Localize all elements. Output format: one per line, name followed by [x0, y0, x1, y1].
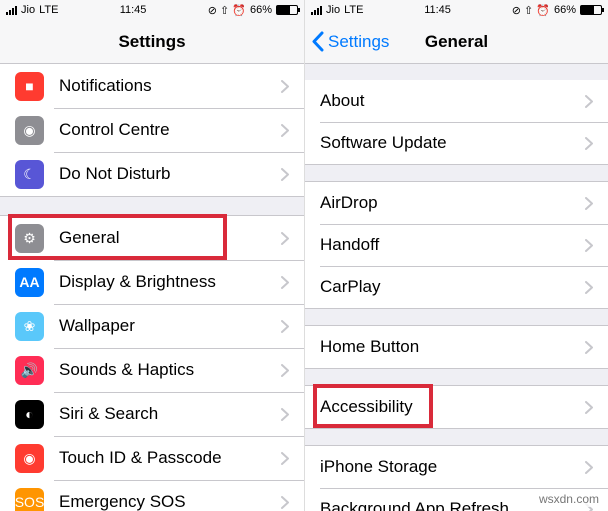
chevron-right-icon: [281, 276, 289, 289]
row-label: General: [59, 228, 281, 248]
general-screen: Jio LTE 11:45 ⊘ ⇧ ⏰ 66% Settings General…: [304, 0, 608, 511]
display-icon: AA: [15, 268, 44, 297]
chevron-right-icon: [281, 124, 289, 137]
chevron-right-icon: [585, 341, 593, 354]
row-label: Handoff: [320, 235, 585, 255]
row-label: Notifications: [59, 76, 281, 96]
row-label: CarPlay: [320, 277, 585, 297]
row-label: Touch ID & Passcode: [59, 448, 281, 468]
clock-label: 11:45: [424, 4, 451, 16]
row-label: Software Update: [320, 133, 585, 153]
row-label: iPhone Storage: [320, 457, 585, 477]
back-button[interactable]: Settings: [311, 20, 389, 63]
chevron-right-icon: [281, 408, 289, 421]
row-control-centre[interactable]: ◉ Control Centre: [0, 108, 304, 152]
network-label: LTE: [39, 4, 58, 16]
back-label: Settings: [328, 32, 389, 52]
status-bar: Jio LTE 11:45 ⊘ ⇧ ⏰ 66%: [305, 0, 608, 20]
row-airdrop[interactable]: AirDrop: [305, 182, 608, 224]
row-emergency-sos[interactable]: SOS Emergency SOS: [0, 480, 304, 511]
sounds-icon: 🔊: [15, 356, 44, 385]
chevron-right-icon: [585, 197, 593, 210]
row-display-brightness[interactable]: AA Display & Brightness: [0, 260, 304, 304]
page-title: Settings: [118, 32, 185, 52]
chevron-right-icon: [585, 239, 593, 252]
clock-label: 11:45: [120, 4, 147, 16]
network-label: LTE: [344, 4, 363, 16]
row-iphone-storage[interactable]: iPhone Storage: [305, 446, 608, 488]
watermark: wsxdn.com: [536, 491, 602, 507]
chevron-right-icon: [281, 80, 289, 93]
nav-bar: Settings: [0, 20, 304, 64]
chevron-right-icon: [585, 401, 593, 414]
row-label: Siri & Search: [59, 404, 281, 424]
status-bar: Jio LTE 11:45 ⊘ ⇧ ⏰ 66%: [0, 0, 304, 20]
row-carplay[interactable]: CarPlay: [305, 266, 608, 308]
row-label: Wallpaper: [59, 316, 281, 336]
chevron-right-icon: [585, 461, 593, 474]
row-label: AirDrop: [320, 193, 585, 213]
row-siri-search[interactable]: ◐ Siri & Search: [0, 392, 304, 436]
battery-icon: [580, 5, 602, 15]
row-accessibility[interactable]: Accessibility: [305, 386, 608, 428]
alarm-icon: ⊘ ⇧ ⏰: [208, 4, 246, 17]
row-label: Accessibility: [320, 397, 585, 417]
wallpaper-icon: ❀: [15, 312, 44, 341]
row-label: Display & Brightness: [59, 272, 281, 292]
dnd-icon: ☾: [15, 160, 44, 189]
row-home-button[interactable]: Home Button: [305, 326, 608, 368]
chevron-right-icon: [281, 320, 289, 333]
signal-icon: [6, 5, 17, 15]
row-touch-id-passcode[interactable]: ◉ Touch ID & Passcode: [0, 436, 304, 480]
battery-pct-label: 66%: [554, 4, 576, 16]
row-label: Emergency SOS: [59, 492, 281, 511]
row-wallpaper[interactable]: ❀ Wallpaper: [0, 304, 304, 348]
chevron-right-icon: [281, 496, 289, 509]
sos-icon: SOS: [15, 488, 44, 511]
alarm-icon: ⊘ ⇧ ⏰: [512, 4, 550, 17]
control-centre-icon: ◉: [15, 116, 44, 145]
chevron-right-icon: [281, 168, 289, 181]
row-label: Do Not Disturb: [59, 164, 281, 184]
page-title: General: [425, 32, 488, 52]
row-handoff[interactable]: Handoff: [305, 224, 608, 266]
chevron-right-icon: [585, 281, 593, 294]
chevron-right-icon: [281, 452, 289, 465]
battery-pct-label: 66%: [250, 4, 272, 16]
row-sounds-haptics[interactable]: 🔊 Sounds & Haptics: [0, 348, 304, 392]
carrier-label: Jio: [326, 4, 340, 16]
battery-icon: [276, 5, 298, 15]
row-general[interactable]: ⚙ General: [0, 216, 304, 260]
row-about[interactable]: About: [305, 80, 608, 122]
carrier-label: Jio: [21, 4, 35, 16]
row-label: Home Button: [320, 337, 585, 357]
chevron-right-icon: [585, 137, 593, 150]
row-label: Control Centre: [59, 120, 281, 140]
notifications-icon: ■: [15, 72, 44, 101]
siri-icon: ◐: [15, 400, 44, 429]
chevron-left-icon: [311, 31, 324, 52]
settings-list[interactable]: ■ Notifications ◉ Control Centre ☾ Do Not Dis…: [0, 64, 304, 511]
signal-icon: [311, 5, 322, 15]
row-do-not-disturb[interactable]: ☾ Do Not Disturb: [0, 152, 304, 196]
row-label: Sounds & Haptics: [59, 360, 281, 380]
general-icon: ⚙: [15, 224, 44, 253]
general-list[interactable]: About Software Update AirDrop Handoff CarPla…: [305, 64, 608, 511]
chevron-right-icon: [585, 95, 593, 108]
row-label: About: [320, 91, 585, 111]
chevron-right-icon: [281, 232, 289, 245]
chevron-right-icon: [281, 364, 289, 377]
nav-bar: Settings General: [305, 20, 608, 64]
touchid-icon: ◉: [15, 444, 44, 473]
row-software-update[interactable]: Software Update: [305, 122, 608, 164]
settings-screen: Jio LTE 11:45 ⊘ ⇧ ⏰ 66% Settings ■ Notifi…: [0, 0, 304, 511]
row-notifications[interactable]: ■ Notifications: [0, 64, 304, 108]
